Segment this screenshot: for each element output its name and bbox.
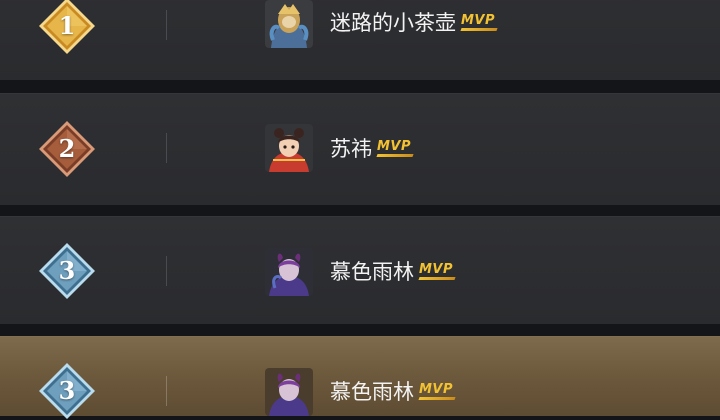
hero-purple-horned-icon [265, 368, 313, 416]
mvp-badge: MVP [461, 13, 495, 31]
rank-number: 2 [58, 134, 76, 163]
rank-badge-bronze: 2 [38, 120, 96, 178]
player-name: 慕色雨林 [330, 260, 414, 284]
leaderboard-row[interactable]: 2 苏祎 MVP [0, 93, 720, 205]
leaderboard-row[interactable]: 1 迷路的小茶壶 MVP [0, 0, 720, 80]
mvp-badge: MVP [419, 382, 453, 400]
player-name-group: 苏祎 MVP [330, 133, 411, 163]
player-name-group: 慕色雨林 MVP [330, 256, 453, 286]
rank-number: 3 [58, 256, 76, 285]
rank-number: 1 [58, 11, 76, 40]
hero-gold-masked-icon [265, 0, 313, 48]
rank-number: 3 [58, 376, 76, 405]
player-name-group: 慕色雨林 MVP [330, 376, 453, 406]
divider [166, 133, 167, 163]
divider [166, 376, 167, 406]
player-name: 苏祎 [330, 137, 372, 161]
rank-badge-gold: 1 [38, 0, 96, 55]
divider [166, 256, 167, 286]
mvp-badge: MVP [419, 262, 453, 280]
rank-badge-silver: 3 [38, 362, 96, 420]
hero-red-girl-icon [265, 124, 313, 172]
hero-purple-horned-icon [265, 248, 313, 296]
leaderboard-list: 1 迷路的小茶壶 MVP 2 苏祎 MVP 3 慕色雨林 MVP 3 慕色雨林 … [0, 0, 720, 419]
divider [166, 10, 167, 40]
leaderboard-row-self[interactable]: 3 慕色雨林 MVP [0, 336, 720, 419]
player-name: 迷路的小茶壶 [330, 11, 456, 35]
rank-badge-silver: 3 [38, 242, 96, 300]
player-name: 慕色雨林 [330, 380, 414, 404]
mvp-badge: MVP [377, 139, 411, 157]
leaderboard-row[interactable]: 3 慕色雨林 MVP [0, 216, 720, 324]
player-name-group: 迷路的小茶壶 MVP [330, 7, 495, 37]
